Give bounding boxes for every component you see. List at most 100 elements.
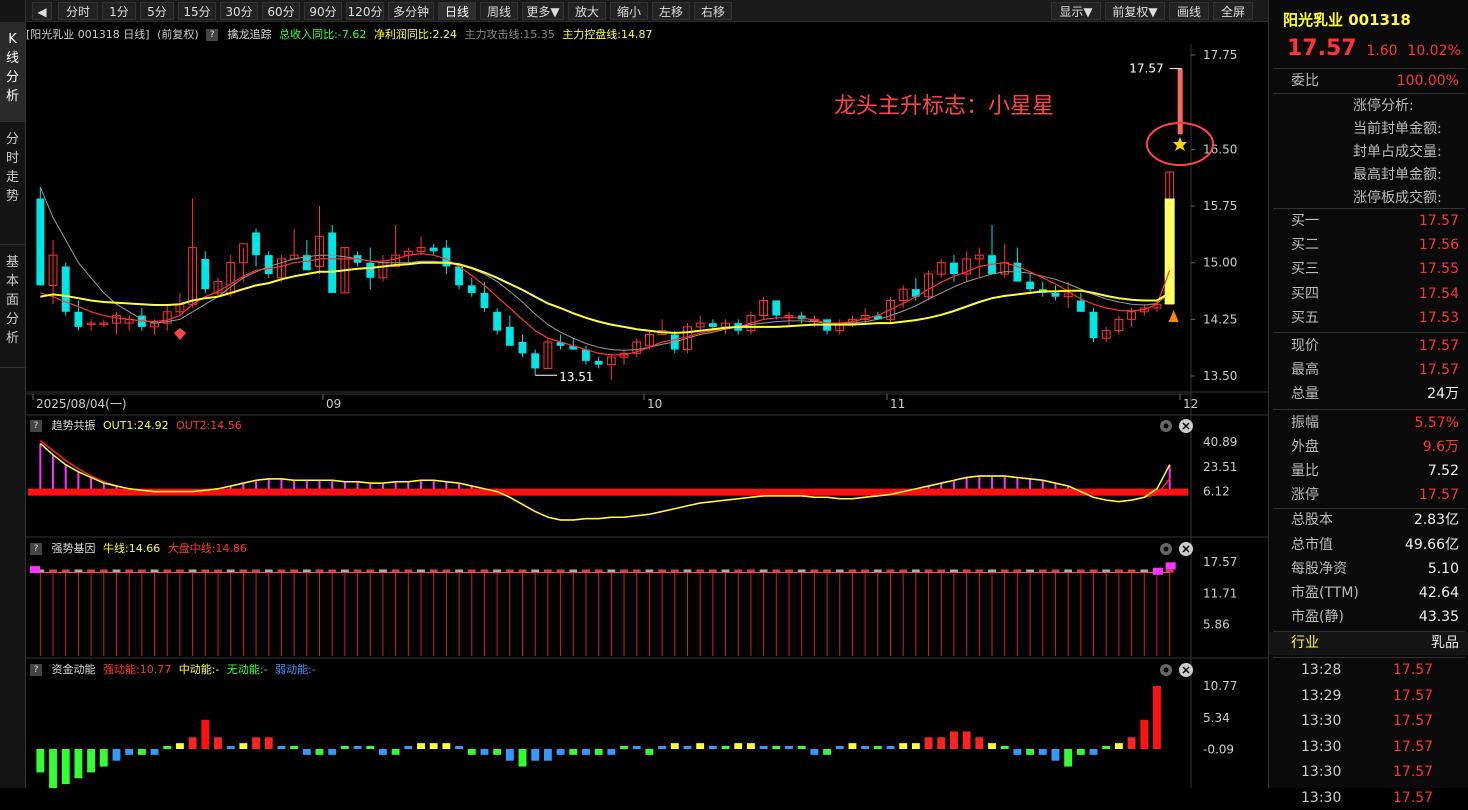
period-button[interactable]: 多分钟 — [388, 2, 434, 20]
momentum-bar — [1102, 746, 1111, 749]
tick-row: 13:30 17.57 — [1269, 761, 1468, 784]
momentum-bar — [315, 749, 324, 755]
period-button[interactable]: 缩小 — [610, 2, 648, 20]
y-tick-label: 5.34 — [1203, 711, 1230, 725]
period-button[interactable]: 120分 — [346, 2, 384, 20]
momentum-bar — [1140, 719, 1149, 749]
row-label: 最高 — [1291, 362, 1319, 379]
period-button[interactable]: 更多▼ — [522, 2, 564, 20]
row-value: 17.57 — [1418, 487, 1459, 504]
row-label: 量比 — [1291, 463, 1319, 479]
momentum-bar — [493, 749, 502, 755]
momentum-bar — [480, 749, 489, 755]
nav-tab[interactable]: K线分析 — [0, 22, 25, 122]
row-label: 买二 — [1291, 237, 1319, 254]
tick-price: 17.57 — [1393, 713, 1434, 730]
row-value: 42.64 — [1418, 585, 1459, 601]
momentum-bar — [379, 749, 387, 755]
candle-body — [264, 255, 273, 275]
row-label: 外盘 — [1291, 438, 1319, 455]
period-button[interactable]: 放大 — [568, 2, 606, 20]
help-icon[interactable]: ? — [30, 664, 42, 676]
tick-row: 13:30 17.57 — [1269, 736, 1468, 759]
momentum-bar — [1089, 749, 1098, 755]
weibi-row: 委比 100.00% — [1269, 70, 1468, 93]
momentum-bar — [569, 749, 578, 755]
nav-tab[interactable]: 分时走势 — [0, 122, 25, 245]
momentum-bar — [696, 743, 705, 749]
panel2-name[interactable]: 趋势共振 — [52, 419, 96, 432]
help-icon[interactable]: ? — [30, 420, 42, 432]
toolbar-right-button[interactable]: 前复权▼ — [1105, 2, 1165, 20]
candle-body — [328, 232, 337, 293]
momentum-bar — [746, 743, 755, 749]
annotation-text: 龙头主升标志：小星星 — [834, 94, 1055, 119]
row-label: 买四 — [1291, 285, 1319, 302]
momentum-bar — [290, 746, 299, 749]
weibi-value: 100.00% — [1396, 73, 1459, 89]
momentum-bar — [797, 746, 806, 749]
stat-row: 涨停 17.57 — [1269, 484, 1468, 507]
back-button[interactable]: ◀ — [32, 2, 52, 20]
momentum-bar — [1064, 749, 1073, 767]
industry-label: 行业 — [1291, 635, 1319, 652]
momentum-bar — [848, 743, 857, 749]
gene-marker — [1152, 567, 1163, 575]
y-tick-label: 17.57 — [1203, 555, 1237, 569]
candle-body — [594, 360, 603, 365]
help-icon[interactable]: ? — [30, 543, 42, 555]
gene-marker — [1165, 562, 1176, 570]
toolbar-right-button[interactable]: 画线 — [1169, 2, 1209, 20]
stock-name: 阳光乳业 — [1283, 11, 1344, 29]
indicator-name[interactable]: 擒龙追踪 — [228, 28, 272, 41]
fundamental-row: 每股净资 5.10 — [1269, 558, 1468, 581]
fundamental-row: 总市值 49.66亿 — [1269, 534, 1468, 557]
row-value: 17.56 — [1418, 237, 1459, 254]
period-button[interactable]: 周线 — [480, 2, 518, 20]
candle-body — [366, 262, 375, 278]
industry-row[interactable]: 行业 乳品 — [1269, 632, 1468, 656]
nav-tab[interactable]: 基本面分析 — [0, 245, 25, 368]
period-button[interactable]: 左移 — [652, 2, 690, 20]
tick-row: 13:28 17.57 — [1269, 659, 1468, 682]
y-tick-label: 14.25 — [1203, 312, 1237, 326]
candle-body — [582, 349, 590, 361]
momentum-bar — [899, 743, 908, 749]
period-button[interactable]: 15分 — [178, 2, 216, 20]
row-label: 总量 — [1291, 386, 1319, 403]
period-button[interactable]: 1分 — [102, 2, 136, 20]
period-button[interactable]: 60分 — [262, 2, 300, 20]
toolbar-right-button[interactable]: 显示▼ — [1051, 2, 1101, 20]
period-button[interactable]: 30分 — [220, 2, 258, 20]
period-button[interactable]: 右移 — [694, 2, 732, 20]
momentum-bar — [531, 749, 540, 761]
row-value: 17.54 — [1418, 285, 1459, 302]
momentum-bar — [683, 746, 692, 749]
row-label: 涨停 — [1291, 487, 1319, 504]
row-value: 43.35 — [1418, 609, 1459, 626]
low-label: 13.51 — [559, 370, 593, 384]
tick-row: 13:29 17.57 — [1269, 685, 1468, 708]
chart-area[interactable]: 17.75 16.50 15.75 15.00 14.25 13.50 17.57 13.51… — [26, 22, 1268, 796]
period-button[interactable]: 分时 — [58, 2, 98, 20]
toolbar-right-button[interactable]: 全屏 — [1213, 2, 1253, 20]
tick-price: 17.57 — [1393, 687, 1434, 704]
period-button[interactable]: 90分 — [304, 2, 342, 20]
momentum-bar — [353, 746, 362, 749]
momentum-bar — [61, 749, 70, 785]
momentum-bar — [175, 743, 184, 749]
momentum-bar — [226, 746, 235, 749]
panel2-title: ? 趋势共振 OUT1:24.92 OUT2:14.56 — [26, 417, 242, 435]
momentum-bar — [810, 749, 819, 755]
period-button[interactable]: 日线 — [438, 2, 476, 20]
period-button[interactable]: 5分 — [140, 2, 174, 20]
panel3-name[interactable]: 强势基因 — [52, 542, 96, 555]
panel4-name[interactable]: 资金动能 — [52, 663, 96, 676]
momentum-bar — [708, 746, 717, 749]
candle-body — [1026, 281, 1035, 290]
help-icon[interactable]: ? — [206, 29, 219, 41]
momentum-bar — [886, 746, 895, 749]
star-icon — [1173, 137, 1187, 151]
momentum-bar — [594, 749, 603, 755]
y-tick-label: 11.71 — [1203, 586, 1237, 600]
